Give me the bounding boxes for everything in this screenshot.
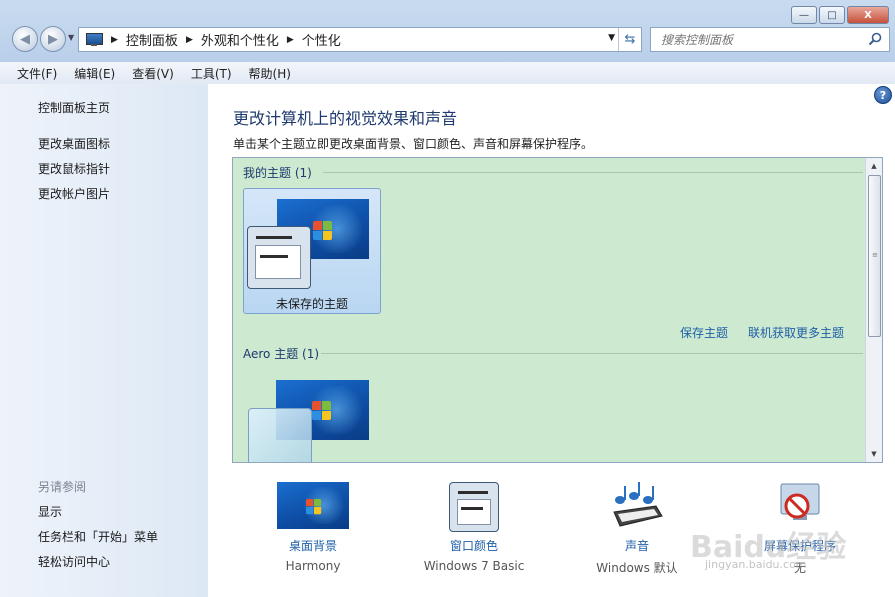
refresh-button[interactable]: ⇆ <box>618 28 641 51</box>
save-theme-link[interactable]: 保存主题 <box>680 324 728 341</box>
menu-help[interactable]: 帮助(H) <box>249 65 291 82</box>
unsaved-theme-tile[interactable]: 未保存的主题 <box>243 188 381 314</box>
windows-logo-icon <box>306 499 322 515</box>
back-arrow-icon: ◀ <box>20 31 30 47</box>
see-also-display[interactable]: 显示 <box>38 503 62 520</box>
aero-glass-preview <box>248 408 312 462</box>
search-input[interactable] <box>659 31 863 48</box>
address-bar[interactable]: ▶ 控制面板 ▶ 外观和个性化 ▶ 个性化 ▼ ⇆ <box>78 27 642 52</box>
windows-logo-icon <box>313 221 333 241</box>
window-color-preview <box>247 226 311 289</box>
close-button[interactable]: X <box>847 6 889 24</box>
menu-view[interactable]: 查看(V) <box>132 65 174 82</box>
search-icon[interactable] <box>867 31 883 47</box>
help-icon[interactable]: ? <box>874 86 892 104</box>
my-themes-header[interactable]: 我的主题 (1) <box>243 164 312 181</box>
scroll-down-arrow-icon[interactable]: ▼ <box>866 446 882 462</box>
scroll-up-arrow-icon[interactable]: ▲ <box>866 158 882 174</box>
windows-logo-icon <box>312 401 332 421</box>
breadcrumb-separator-icon[interactable]: ▶ <box>287 35 294 45</box>
baidu-watermark-url: jingyan.baidu.com <box>705 558 807 571</box>
sidebar-control-panel-home[interactable]: 控制面板主页 <box>38 99 110 116</box>
window-color-label[interactable]: 窗口颜色 <box>409 537 539 554</box>
back-button[interactable]: ◀ <box>12 26 38 52</box>
get-more-themes-online-link[interactable]: 联机获取更多主题 <box>748 324 844 341</box>
sounds-label[interactable]: 声音 <box>572 537 702 554</box>
breadcrumb-appearance[interactable]: 外观和个性化 <box>201 30 279 49</box>
page-title: 更改计算机上的视觉效果和声音 <box>233 109 458 128</box>
minimize-button[interactable]: — <box>791 6 817 24</box>
see-also-ease-of-access[interactable]: 轻松访问中心 <box>38 553 110 570</box>
desktop-background-value: Harmony <box>285 559 341 573</box>
breadcrumb-separator-icon[interactable]: ▶ <box>111 35 118 45</box>
window-color-value: Windows 7 Basic <box>423 559 525 573</box>
menu-tools[interactable]: 工具(T) <box>191 65 232 82</box>
forward-arrow-icon: ▶ <box>48 31 58 47</box>
aero-themes-header[interactable]: Aero 主题 (1) <box>243 345 319 362</box>
sidebar: 控制面板主页 更改桌面图标 更改鼠标指针 更改帐户图片 另请参阅 显示 任务栏和… <box>0 84 208 597</box>
see-also-taskbar-start-menu[interactable]: 任务栏和「开始」菜单 <box>38 528 158 545</box>
sidebar-change-desktop-icons[interactable]: 更改桌面图标 <box>38 135 110 152</box>
theme-list-scrollbar[interactable]: ▲ ≡ ▼ <box>865 158 882 462</box>
desktop-background-label[interactable]: 桌面背景 <box>248 537 378 554</box>
desktop-background-icon <box>277 482 349 529</box>
breadcrumb: ▶ 控制面板 ▶ 外观和个性化 ▶ 个性化 <box>103 30 341 49</box>
breadcrumb-control-panel[interactable]: 控制面板 <box>126 30 178 49</box>
sounds-icon <box>613 482 663 527</box>
refresh-icon: ⇆ <box>624 32 636 47</box>
theme-list: 我的主题 (1) 未保存的主题 保存主题 联机获取更多主题 Aero 主题 (1… <box>232 157 883 463</box>
sounds-value: Windows 默认 <box>596 561 678 575</box>
menu-bar: 文件(F) 编辑(E) 查看(V) 工具(T) 帮助(H) <box>0 62 895 85</box>
sidebar-change-mouse-pointers[interactable]: 更改鼠标指针 <box>38 160 110 177</box>
see-also-heading: 另请参阅 <box>38 480 87 494</box>
scrollbar-thumb[interactable]: ≡ <box>868 175 881 337</box>
group-divider <box>321 353 863 354</box>
window-color-icon <box>449 482 499 532</box>
forward-button[interactable]: ▶ <box>40 26 66 52</box>
breadcrumb-personalization[interactable]: 个性化 <box>302 30 341 49</box>
sidebar-change-account-picture[interactable]: 更改帐户图片 <box>38 185 110 202</box>
history-dropdown-icon[interactable]: ▼ <box>68 33 74 42</box>
group-divider <box>323 172 863 173</box>
menu-file[interactable]: 文件(F) <box>17 65 57 82</box>
maximize-button[interactable]: □ <box>819 6 845 24</box>
search-box[interactable] <box>650 27 890 52</box>
address-dropdown-icon[interactable]: ▼ <box>608 33 615 43</box>
page-subtitle: 单击某个主题立即更改桌面背景、窗口颜色、声音和屏幕保护程序。 <box>233 137 594 151</box>
window-controls: — □ X <box>791 6 889 24</box>
control-panel-icon <box>85 32 103 47</box>
menu-edit[interactable]: 编辑(E) <box>74 65 115 82</box>
unsaved-theme-label: 未保存的主题 <box>275 297 348 311</box>
breadcrumb-separator-icon[interactable]: ▶ <box>186 35 193 45</box>
